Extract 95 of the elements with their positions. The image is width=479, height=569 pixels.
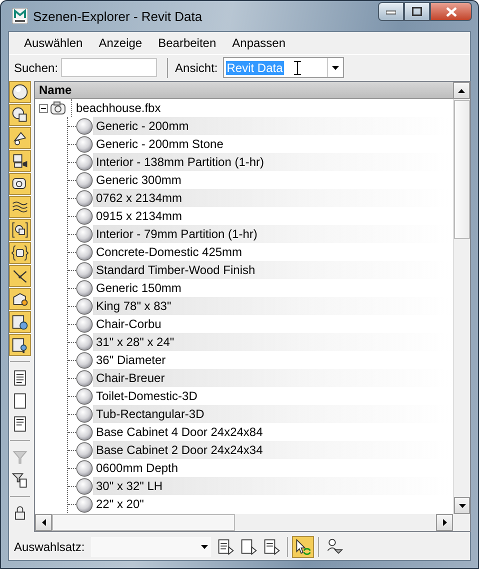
- sphere-icon: [76, 208, 93, 224]
- sphere-icon: [76, 172, 93, 188]
- toolbar-toggle[interactable]: [9, 334, 31, 356]
- sphere-icon: [76, 406, 93, 422]
- sphere-icon: [76, 118, 93, 134]
- arrow-right-icon: [442, 519, 446, 526]
- arrow-down-icon: [458, 504, 466, 508]
- tree-item[interactable]: Toilet-Domestic-3D: [93, 387, 453, 405]
- toolbar-toggle[interactable]: [292, 536, 314, 558]
- tree-item[interactable]: Chair-Corbu: [93, 315, 453, 333]
- scrollbar-thumb[interactable]: [52, 514, 235, 531]
- maximize-icon: [412, 7, 422, 16]
- box-icon: [11, 290, 29, 308]
- sphere-icon: [76, 190, 93, 206]
- menu-item[interactable]: Anpassen: [225, 34, 293, 52]
- sphere-icon: [76, 136, 93, 152]
- scroll-down-button[interactable]: [454, 497, 470, 514]
- scrollbar-thumb[interactable]: [454, 100, 470, 239]
- toolbar-toggle[interactable]: [9, 104, 31, 126]
- sphere-icon: [76, 496, 93, 512]
- sphere-icon: [76, 388, 93, 404]
- list-document-icon: [11, 415, 29, 433]
- tree-item[interactable]: 0600mm Depth: [93, 459, 453, 477]
- sphere-icon: [76, 352, 93, 368]
- lamp-icon: [11, 129, 29, 147]
- selection-set-label: Auswahlsatz:: [14, 540, 85, 554]
- sphere-icon: [76, 298, 93, 314]
- tree-item[interactable]: Concrete-Domestic 425mm: [93, 243, 453, 261]
- camera-icon: [11, 152, 29, 170]
- tree-item[interactable]: 36" Diameter: [93, 351, 453, 369]
- sphere-icon: [11, 83, 29, 101]
- toolbar-toggle[interactable]: [9, 288, 31, 310]
- braces-icon: [11, 244, 29, 262]
- filter-icon: [11, 448, 29, 466]
- maximize-button[interactable]: [404, 2, 430, 21]
- sphere-icon: [76, 442, 93, 458]
- minimize-button[interactable]: [378, 2, 404, 21]
- sphere-icon: [76, 334, 93, 350]
- search-field[interactable]: [61, 58, 158, 77]
- scroll-up-button[interactable]: [453, 82, 470, 99]
- tree-item[interactable]: 22" x 20": [93, 495, 453, 513]
- minimize-icon: [386, 8, 396, 14]
- toolbar-toggle[interactable]: [9, 150, 31, 172]
- toolbar-toggle[interactable]: [9, 127, 31, 149]
- tree-item[interactable]: Base Cabinet 4 Door 24x24x84: [93, 423, 453, 441]
- toolbar-toggle[interactable]: [9, 219, 31, 241]
- shapes-icon: [11, 106, 29, 124]
- sphere-icon: [76, 424, 93, 440]
- blank-document-icon: [11, 392, 29, 410]
- toolbar-toggle[interactable]: [9, 81, 31, 103]
- scroll-right-button[interactable]: [436, 514, 453, 531]
- arrow-left-icon: [42, 519, 46, 526]
- tree-item[interactable]: Generic 300mm: [93, 171, 453, 189]
- tree-item[interactable]: Generic - 200mm Stone: [93, 135, 453, 153]
- toolbar-toggle[interactable]: [9, 173, 31, 195]
- sphere-icon: [76, 280, 93, 296]
- sphere-icon: [76, 226, 93, 242]
- group-icon: [11, 221, 29, 239]
- toolbar-toggle[interactable]: [9, 242, 31, 264]
- menu-item[interactable]: Anzeige: [92, 34, 150, 52]
- filter-document-icon: [11, 471, 29, 489]
- person-filter-icon: [324, 538, 343, 556]
- toolbar-toggle[interactable]: [9, 265, 31, 287]
- sphere-icon: [76, 262, 93, 278]
- caret-icon: [200, 544, 208, 548]
- tree-item[interactable]: 0915 x 2134mm: [93, 207, 453, 225]
- sphere-icon: [76, 244, 93, 260]
- list-document-icon: [11, 369, 29, 387]
- close-icon: [446, 6, 456, 16]
- search-label: Suchen:: [14, 60, 58, 74]
- sphere-icon: [76, 460, 93, 476]
- text-cursor-icon: [294, 61, 301, 75]
- menu-item[interactable]: Auswählen: [17, 34, 90, 52]
- list-document-icon: [216, 538, 235, 556]
- toolbar-toggle[interactable]: [9, 196, 31, 218]
- scroll-left-button[interactable]: [35, 514, 52, 531]
- window-title: Szenen-Explorer - Revit Data: [33, 8, 202, 24]
- collapse-icon[interactable]: [39, 104, 48, 112]
- caret-icon: [332, 66, 339, 70]
- tree-item[interactable]: Generic 150mm: [93, 279, 453, 297]
- view-label: Ansicht:: [175, 60, 218, 74]
- sphere-icon: [76, 478, 93, 494]
- app-icon: [12, 8, 28, 24]
- sphere-icon: [76, 154, 93, 170]
- bulb-document-icon: [11, 336, 29, 354]
- menu-item[interactable]: Bearbeiten: [151, 34, 224, 52]
- close-button[interactable]: [430, 2, 472, 21]
- list-document-icon: [262, 538, 281, 556]
- column-header[interactable]: Name: [35, 82, 453, 99]
- sphere-icon: [76, 370, 93, 386]
- sphere-icon: [76, 316, 93, 332]
- arrow-up-icon: [458, 88, 465, 92]
- blank-document-icon: [240, 538, 258, 556]
- pointer-sync-icon: [294, 538, 312, 556]
- toolbar-toggle[interactable]: [9, 311, 31, 333]
